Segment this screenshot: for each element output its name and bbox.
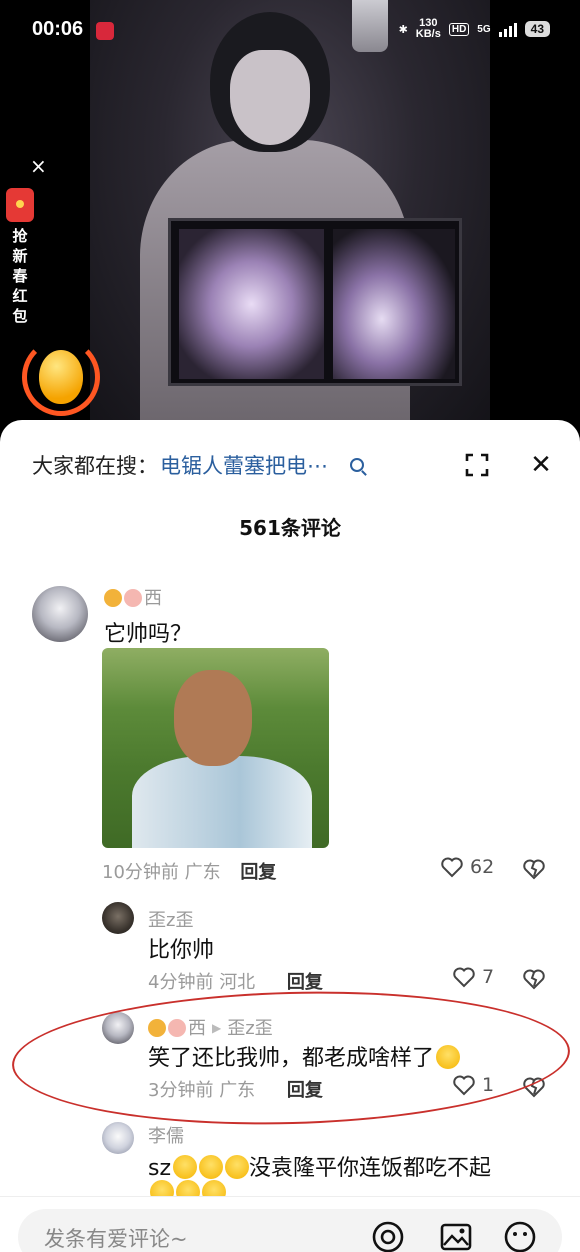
close-icon[interactable]: ✕ bbox=[526, 450, 556, 480]
dislike-icon[interactable] bbox=[522, 858, 546, 880]
golden-egg-icon bbox=[39, 350, 83, 404]
comment-input-bar: 发条有爱评论~ bbox=[0, 1196, 580, 1252]
network-speed: 130 KB/s bbox=[416, 18, 441, 40]
video-figure-face bbox=[230, 50, 310, 145]
trending-search-row[interactable]: 大家都在搜： 电锯人蕾塞把电⋯ ✕ bbox=[32, 450, 552, 480]
expand-icon[interactable] bbox=[464, 452, 490, 478]
comment-sheet: 大家都在搜： 电锯人蕾塞把电⋯ ✕ 561条评论 西 它帅吗？ 10分钟前 广东… bbox=[0, 420, 580, 1252]
xray-figure-panel bbox=[333, 229, 455, 379]
comment-text-body: sz bbox=[148, 1156, 172, 1181]
battery-indicator: 43 bbox=[524, 21, 550, 37]
comment-meta: 10分钟前 广东 回复 bbox=[102, 858, 276, 884]
xray-chest-panel bbox=[179, 229, 324, 379]
cat-emoji-icon bbox=[104, 589, 122, 607]
status-indicators: ✱ 130 KB/s HD 5G 43 bbox=[399, 18, 550, 40]
laughing-emoji-icon bbox=[173, 1155, 198, 1179]
comment-text: sz 没袁隆平你连饭都吃不起 bbox=[148, 1150, 491, 1182]
red-annotation-circle bbox=[10, 984, 572, 1132]
comment-location: 广东 bbox=[184, 862, 221, 883]
photo-shirt bbox=[132, 756, 312, 848]
search-label: 大家都在搜： bbox=[32, 454, 158, 478]
comment-username[interactable]: 歪z歪 bbox=[148, 906, 193, 932]
avatar[interactable] bbox=[102, 902, 134, 934]
reply-button[interactable]: 回复 bbox=[287, 972, 323, 993]
like-count: 7 bbox=[482, 966, 495, 988]
comment-text: 它帅吗？ bbox=[104, 622, 193, 647]
status-bar: 00:06 ✱ 130 KB/s HD 5G 43 bbox=[0, 0, 580, 60]
photo-face bbox=[174, 670, 252, 766]
comment-image[interactable] bbox=[102, 648, 329, 848]
like-count: 62 bbox=[470, 856, 495, 878]
red-envelope-icon bbox=[6, 188, 34, 222]
bluetooth-icon: ✱ bbox=[398, 23, 408, 36]
search-icon bbox=[350, 458, 364, 472]
dislike-icon[interactable] bbox=[522, 968, 546, 990]
comment-username[interactable]: 西 bbox=[104, 584, 162, 610]
notification-app-icon bbox=[96, 22, 114, 40]
emoji-icon[interactable] bbox=[502, 1219, 538, 1252]
mention-icon[interactable] bbox=[370, 1219, 406, 1252]
comment-time: 4分钟前 bbox=[148, 972, 214, 993]
laughing-emoji-icon bbox=[225, 1155, 250, 1179]
username-text: 西 bbox=[144, 588, 162, 609]
heart-icon bbox=[453, 967, 475, 988]
comment-text-tail: 没袁隆平你连饭都吃不起 bbox=[249, 1156, 492, 1181]
promo-close-icon[interactable]: × bbox=[30, 154, 47, 178]
comment-input[interactable]: 发条有爱评论~ bbox=[18, 1209, 562, 1252]
network-type: 5G bbox=[477, 23, 491, 35]
video-player[interactable] bbox=[90, 0, 490, 425]
avatar[interactable] bbox=[32, 586, 88, 642]
hd-badge: HD bbox=[448, 22, 470, 36]
comment-count: 561条评论 bbox=[239, 516, 341, 540]
screen: 00:06 ✱ 130 KB/s HD 5G 43 × 抢新春红包 大家都在搜：… bbox=[0, 0, 580, 1252]
video-xray-board bbox=[168, 218, 462, 386]
avatar[interactable] bbox=[102, 1122, 134, 1154]
pig-emoji-icon bbox=[124, 589, 142, 607]
promo-label: 抢新春红包 bbox=[12, 227, 28, 325]
comment-location: 河北 bbox=[219, 972, 256, 993]
golden-egg-button[interactable] bbox=[22, 338, 100, 416]
speed-unit: KB/s bbox=[415, 28, 441, 40]
heart-icon bbox=[441, 857, 463, 878]
comment-username[interactable]: 李儒 bbox=[148, 1122, 184, 1148]
status-time: 00:06 bbox=[32, 18, 84, 40]
image-icon[interactable] bbox=[438, 1219, 474, 1252]
like-button[interactable]: 7 bbox=[452, 966, 494, 988]
signal-icon bbox=[498, 21, 517, 37]
comment-meta: 4分钟前 河北 回复 bbox=[148, 968, 323, 994]
search-term-link[interactable]: 电锯人蕾塞把电⋯ bbox=[160, 450, 328, 480]
comment-text: 比你帅 bbox=[148, 938, 215, 963]
laughing-emoji-icon bbox=[199, 1155, 224, 1179]
comment-input-placeholder: 发条有爱评论~ bbox=[44, 1227, 188, 1251]
like-button[interactable]: 62 bbox=[440, 856, 494, 878]
reply-button[interactable]: 回复 bbox=[240, 862, 276, 883]
comment-time: 10分钟前 bbox=[102, 862, 179, 883]
red-envelope-promo[interactable]: 抢新春红包 bbox=[0, 182, 40, 332]
